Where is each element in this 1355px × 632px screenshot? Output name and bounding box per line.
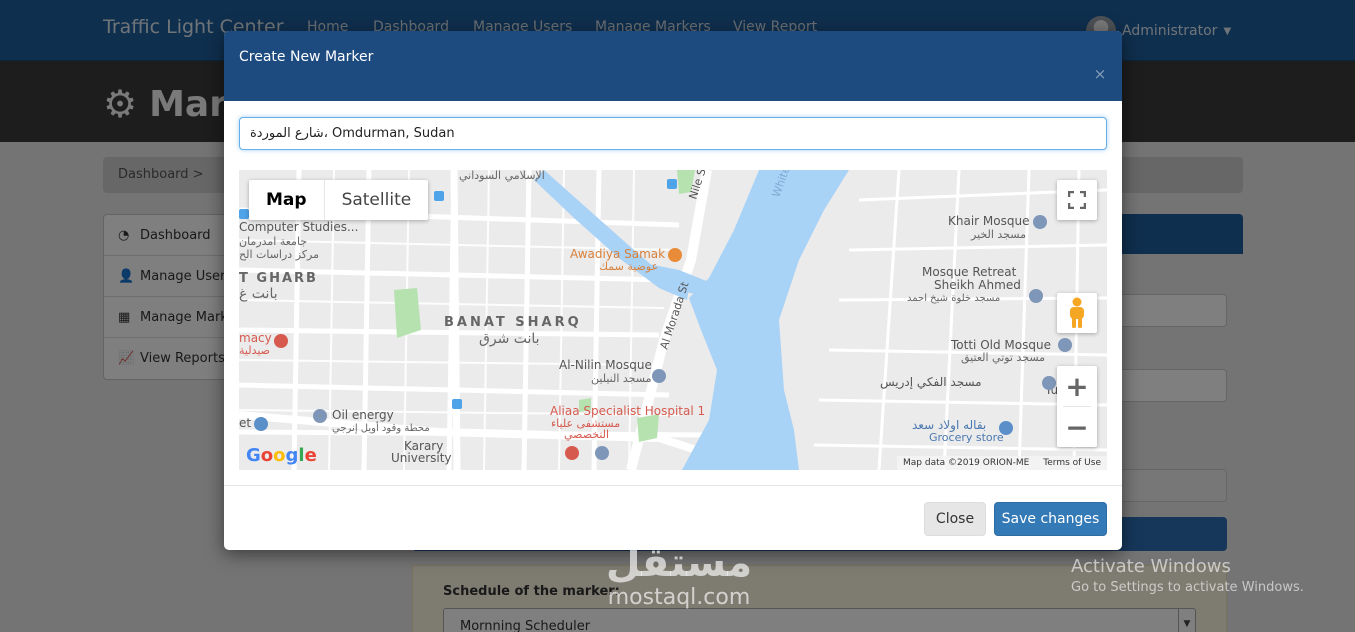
fuel-pin-icon[interactable] [313, 409, 327, 423]
fullscreen-icon [1068, 191, 1086, 209]
zoom-control: + − [1057, 366, 1097, 447]
map-label: Sheikh Ahmed [934, 278, 1021, 292]
map-label: Mosque Retreat [922, 265, 1017, 279]
zoom-in-button[interactable]: + [1057, 366, 1097, 406]
map-label: جامعة امدرمان [239, 235, 307, 248]
map-type-satellite-button[interactable]: Satellite [325, 180, 429, 220]
location-search-input[interactable] [239, 117, 1107, 150]
activate-title: Activate Windows [1071, 556, 1231, 577]
map-label: مسجد خلوة شيخ احمد [907, 293, 1000, 304]
activate-windows-notice: Activate Windows Go to Settings to activ… [1071, 556, 1304, 595]
map-label: Aliaa Specialist Hospital 1 [550, 404, 705, 418]
mosque-pin-icon[interactable] [652, 369, 666, 383]
map-label: مركز دراسات الح [239, 248, 319, 261]
activate-subtitle: Go to Settings to activate Windows. [1071, 580, 1304, 595]
watermark-latin: mostaql.com [607, 585, 751, 610]
mosque-pin-icon[interactable] [1033, 215, 1047, 229]
map-label: T GHARB [239, 271, 318, 286]
map-label: الإسلامي السوداني [459, 170, 545, 182]
pegman-icon [1070, 297, 1084, 328]
watermark-arabic: مستقل [605, 540, 753, 586]
google-logo[interactable]: Google [246, 445, 317, 466]
map-label: صيدلية [239, 344, 270, 357]
modal-title: Create New Marker [239, 49, 374, 65]
restaurant-pin-icon[interactable] [668, 248, 682, 262]
map-label: et [239, 416, 251, 430]
shop-pin-icon[interactable] [254, 417, 268, 431]
map-label: University [391, 451, 452, 465]
map-label: عوضية سمك [599, 260, 658, 273]
close-icon[interactable]: × [1093, 67, 1107, 82]
map-label: مسجد الخير [970, 228, 1026, 241]
mosque-pin-icon[interactable] [1029, 289, 1043, 303]
bus-stop-icon[interactable] [434, 191, 444, 201]
terms-of-use-link[interactable]: Terms of Use [1043, 458, 1101, 468]
map-label: بانت غ [239, 286, 278, 302]
save-changes-button[interactable]: Save changes [994, 502, 1107, 536]
map-label: Awadiya Samak [570, 247, 665, 261]
mostaql-watermark: مستقل mostaql.com [594, 540, 764, 610]
fullscreen-button[interactable] [1057, 180, 1097, 220]
bus-stop-icon[interactable] [239, 209, 249, 219]
map-label: BANAT SHARQ [444, 315, 582, 330]
map-label: مسجد توتي العتيق [961, 351, 1045, 365]
map-label: Oil energy [332, 408, 394, 422]
mosque-pin-icon[interactable] [1058, 338, 1072, 352]
pharmacy-pin-icon[interactable] [274, 334, 288, 348]
map-type-control: Map Satellite [249, 180, 429, 220]
map-label: Totti Old Mosque [950, 338, 1051, 352]
map-data-credit: Map data ©2019 ORION-ME [903, 458, 1030, 468]
zoom-out-button[interactable]: − [1057, 407, 1097, 447]
map-type-map-button[interactable]: Map [249, 180, 324, 220]
close-button[interactable]: Close [924, 502, 986, 536]
hospital-pin-icon[interactable] [565, 446, 579, 460]
create-marker-modal: Create New Marker × شارع الموردة، Omdurm… [224, 31, 1122, 550]
university-pin-icon[interactable] [595, 446, 609, 460]
map-label: Khair Mosque [948, 214, 1029, 228]
map-label: Al-Nilin Mosque [559, 358, 652, 372]
map-label: محطة وقود أويل إنرجي [332, 421, 430, 434]
map-view[interactable]: الإسلامي السوداني Computer Studies... جا… [239, 170, 1107, 470]
shop-pin-icon[interactable] [999, 421, 1013, 435]
map-attribution: Map data ©2019 ORION-ME Terms of Use [897, 456, 1107, 470]
map-label: بانت شرق [479, 331, 540, 347]
modal-header: Create New Marker × [224, 31, 1122, 101]
bus-stop-icon[interactable] [452, 399, 462, 409]
mosque-pin-icon[interactable] [1042, 376, 1056, 390]
street-view-button[interactable] [1057, 293, 1097, 333]
map-label: Computer Studies... [239, 220, 358, 234]
map-label: مسجد الفكي إدريس [880, 375, 982, 390]
bus-stop-icon[interactable] [667, 179, 677, 189]
map-label: مسجد النيلين [591, 372, 652, 385]
map-label: macy [239, 331, 272, 345]
map-label: Grocery store [929, 431, 1004, 444]
map-label: التخصصي [564, 428, 609, 441]
